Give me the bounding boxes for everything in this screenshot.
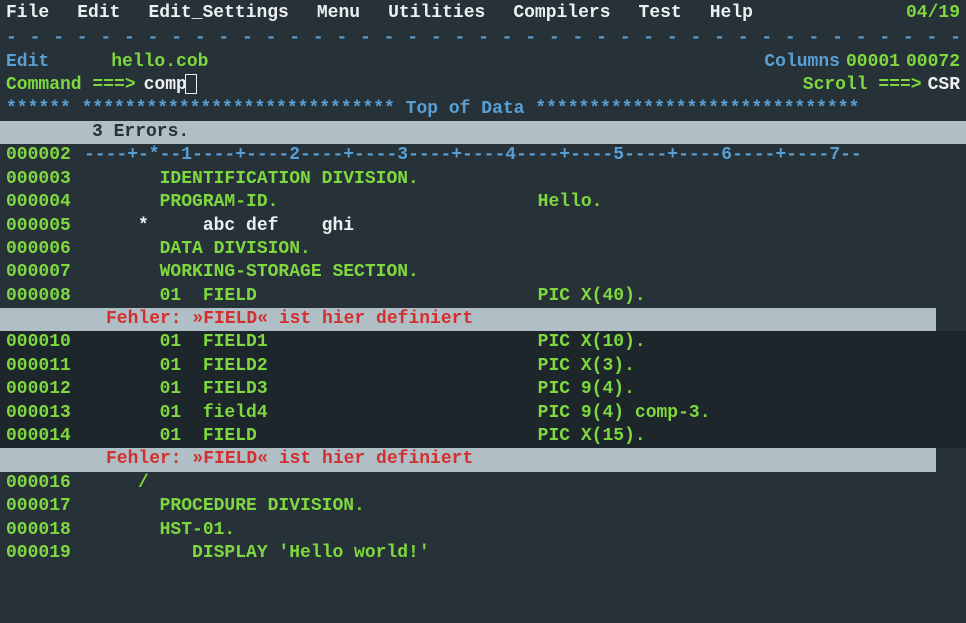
line-number: 000010	[6, 331, 84, 354]
code-text[interactable]: WORKING-STORAGE SECTION.	[84, 261, 419, 284]
code-text[interactable]: PROGRAM-ID. Hello.	[84, 191, 602, 214]
line-number: 000011	[6, 355, 84, 378]
line-number: 000016	[6, 472, 84, 495]
line-number: 000019	[6, 542, 84, 565]
code-text[interactable]: * abc def ghi	[84, 215, 354, 238]
code-line[interactable]: 000019 DISPLAY 'Hello world!'	[0, 542, 966, 565]
date-indicator: 04/19	[906, 2, 960, 25]
code-text[interactable]: IDENTIFICATION DIVISION.	[84, 168, 419, 191]
col-end: 00072	[906, 51, 960, 74]
errors-summary-bar: 3 Errors.	[0, 121, 966, 144]
code-line[interactable]: 000010 01 FIELD1 PIC X(10).	[0, 331, 966, 354]
errors-summary-text: 3 Errors.	[92, 122, 189, 142]
code-text[interactable]: 01 FIELD1 PIC X(10).	[84, 331, 646, 354]
menu-utilities[interactable]: Utilities	[388, 2, 485, 25]
line-number: 000012	[6, 378, 84, 401]
line-number: 000014	[6, 425, 84, 448]
mode-label: Edit	[6, 51, 49, 74]
columns-label: Columns	[764, 51, 840, 74]
menu-edit-settings[interactable]: Edit_Settings	[148, 2, 288, 25]
code-text[interactable]: 01 field4 PIC 9(4) comp-3.	[84, 402, 711, 425]
code-line[interactable]: 000008 01 FIELD PIC X(40).	[0, 285, 966, 308]
code-line[interactable]: 000016 /	[0, 472, 966, 495]
line-number: 000005	[6, 215, 84, 238]
code-line[interactable]: 000005 * abc def ghi	[0, 215, 966, 238]
command-label: Command ===>	[6, 74, 136, 97]
line-number: 000002	[6, 144, 84, 167]
menu-edit[interactable]: Edit	[77, 2, 120, 25]
error-text-2: Fehler: »FIELD« ist hier definiert	[106, 448, 473, 471]
cursor-icon	[185, 74, 197, 94]
code-line[interactable]: 000002----+-*--1----+----2----+----3----…	[0, 144, 966, 167]
code-text[interactable]: 01 FIELD2 PIC X(3).	[84, 355, 635, 378]
scroll-value[interactable]: CSR	[928, 74, 960, 97]
code-line[interactable]: 000018 HST-01.	[0, 519, 966, 542]
command-row: Command ===> comp Scroll ===> CSR	[0, 74, 966, 97]
menu-file[interactable]: File	[6, 2, 49, 25]
top-of-data-marker: ****** ***************************** Top…	[0, 98, 966, 121]
ruler-line: ----+-*--1----+----2----+----3----+----4…	[84, 144, 862, 167]
code-text[interactable]: PROCEDURE DIVISION.	[84, 495, 365, 518]
line-number: 000013	[6, 402, 84, 425]
line-number: 000017	[6, 495, 84, 518]
col-start: 00001	[846, 51, 900, 74]
code-line[interactable]: 000011 01 FIELD2 PIC X(3).	[0, 355, 966, 378]
code-line[interactable]: 000017 PROCEDURE DIVISION.	[0, 495, 966, 518]
code-text[interactable]: DISPLAY 'Hello world!'	[84, 542, 430, 565]
line-number: 000006	[6, 238, 84, 261]
error-bar-1: Fehler: »FIELD« ist hier definiert	[0, 308, 936, 331]
code-text[interactable]: /	[84, 472, 149, 495]
code-text[interactable]: 01 FIELD PIC X(40).	[84, 285, 646, 308]
filename: hello.cob	[109, 51, 210, 74]
line-number: 000018	[6, 519, 84, 542]
menu-compilers[interactable]: Compilers	[513, 2, 610, 25]
line-number: 000003	[6, 168, 84, 191]
code-text[interactable]: 01 FIELD3 PIC 9(4).	[84, 378, 635, 401]
code-line[interactable]: 000006 DATA DIVISION.	[0, 238, 966, 261]
menu-test[interactable]: Test	[639, 2, 682, 25]
error-text-1: Fehler: »FIELD« ist hier definiert	[106, 308, 473, 331]
command-input[interactable]: comp	[144, 74, 187, 97]
line-number: 000007	[6, 261, 84, 284]
menu-help[interactable]: Help	[710, 2, 753, 25]
code-line[interactable]: 000012 01 FIELD3 PIC 9(4).	[0, 378, 966, 401]
line-number: 000004	[6, 191, 84, 214]
code-line[interactable]: 000004 PROGRAM-ID. Hello.	[0, 191, 966, 214]
line-number: 000008	[6, 285, 84, 308]
code-text[interactable]: HST-01.	[84, 519, 235, 542]
code-text[interactable]: 01 FIELD PIC X(15).	[84, 425, 646, 448]
code-line[interactable]: 000003 IDENTIFICATION DIVISION.	[0, 168, 966, 191]
code-line[interactable]: 000007 WORKING-STORAGE SECTION.	[0, 261, 966, 284]
menu-menu[interactable]: Menu	[317, 2, 360, 25]
scroll-label: Scroll ===>	[803, 74, 922, 97]
divider-line: - - - - - - - - - - - - - - - - - - - - …	[0, 27, 966, 50]
code-line[interactable]: 000014 01 FIELD PIC X(15).	[0, 425, 966, 448]
code-text[interactable]: DATA DIVISION.	[84, 238, 311, 261]
error-bar-2: Fehler: »FIELD« ist hier definiert	[0, 448, 936, 471]
code-line[interactable]: 000013 01 field4 PIC 9(4) comp-3.	[0, 402, 966, 425]
editor-header: Edit hello.cob Columns 00001 00072	[0, 51, 966, 74]
menubar: File Edit Edit_Settings Menu Utilities C…	[0, 0, 966, 27]
